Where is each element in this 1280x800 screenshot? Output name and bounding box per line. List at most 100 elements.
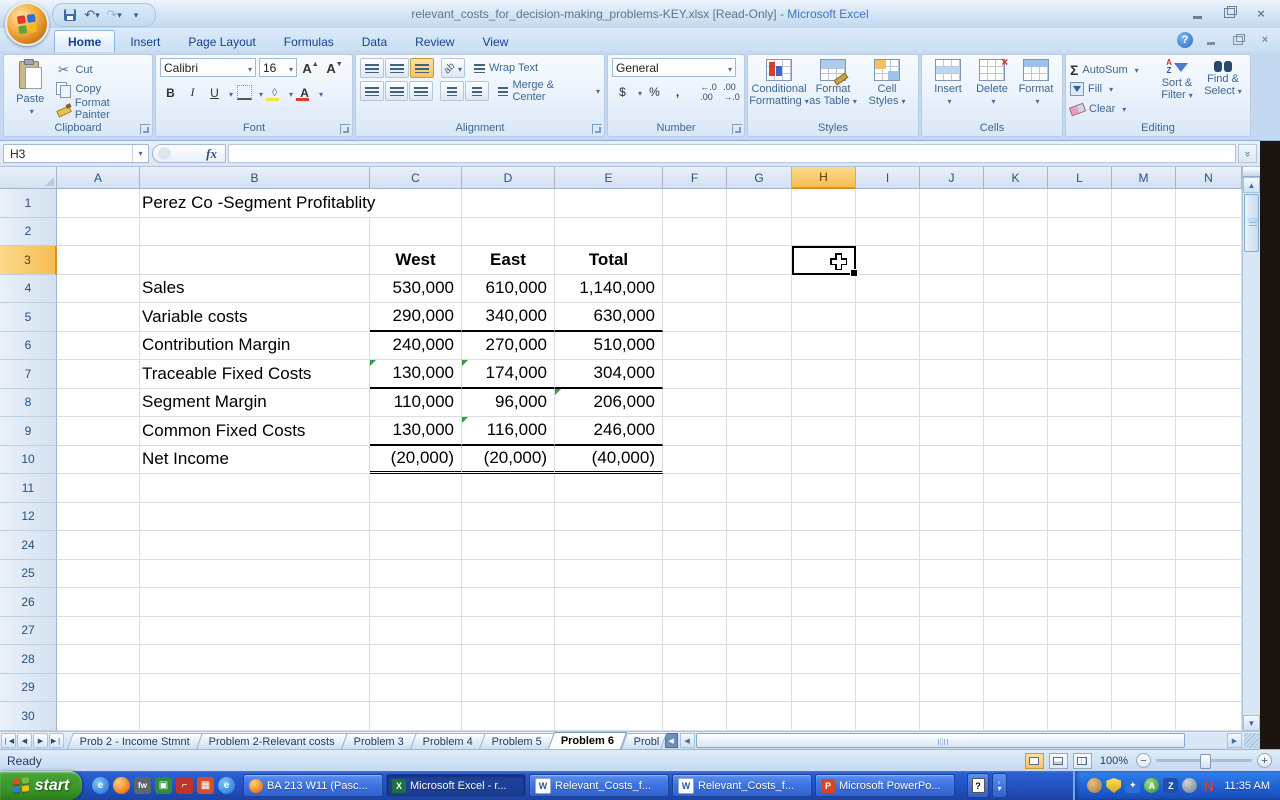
orientation-button[interactable]: ab: [441, 58, 465, 78]
cell-F24[interactable]: [663, 531, 727, 560]
row-header-11[interactable]: 11: [0, 474, 57, 503]
column-header-D[interactable]: D: [462, 167, 555, 189]
cell-H10[interactable]: [792, 446, 856, 475]
font-color-button[interactable]: A: [294, 82, 315, 103]
cell-J9[interactable]: [920, 417, 984, 446]
fill-color-button[interactable]: ◊: [264, 82, 285, 103]
cell-G25[interactable]: [727, 560, 792, 589]
tray-update-icon[interactable]: [1087, 778, 1102, 793]
cell-A7[interactable]: [57, 360, 140, 389]
cell-I12[interactable]: [856, 503, 920, 532]
align-right-button[interactable]: [409, 81, 433, 101]
fill-button[interactable]: Fill: [1070, 80, 1154, 98]
cell-H7[interactable]: [792, 360, 856, 389]
normal-view-button[interactable]: [1025, 753, 1044, 769]
cell-G11[interactable]: [727, 474, 792, 503]
tray-misc-icon[interactable]: [1182, 778, 1197, 793]
cell-I5[interactable]: [856, 303, 920, 332]
cell-E12[interactable]: [555, 503, 663, 532]
cell-F29[interactable]: [663, 674, 727, 703]
cell-I11[interactable]: [856, 474, 920, 503]
cell-F2[interactable]: [663, 218, 727, 247]
close-button[interactable]: ×: [1250, 5, 1272, 21]
resize-grip[interactable]: [1244, 733, 1260, 748]
insert-cells-button[interactable]: Insert: [926, 58, 970, 121]
cell-L1[interactable]: [1048, 189, 1112, 218]
cell-J4[interactable]: [920, 275, 984, 304]
cell-D28[interactable]: [462, 645, 555, 674]
cell-J1[interactable]: [920, 189, 984, 218]
cell-K30[interactable]: [984, 702, 1048, 731]
select-all-corner[interactable]: [0, 167, 57, 189]
cell-L10[interactable]: [1048, 446, 1112, 475]
cell-B28[interactable]: [140, 645, 370, 674]
cell-L24[interactable]: [1048, 531, 1112, 560]
row-header-5[interactable]: 5: [0, 303, 57, 332]
value-cell-E6[interactable]: 510,000: [555, 332, 663, 361]
cell-K11[interactable]: [984, 474, 1048, 503]
value-cell-C10[interactable]: (20,000): [370, 446, 462, 475]
row-header-25[interactable]: 25: [0, 560, 57, 589]
cell-D11[interactable]: [462, 474, 555, 503]
cell-F25[interactable]: [663, 560, 727, 589]
horizontal-scroll-thumb[interactable]: [696, 733, 1186, 748]
cell-F9[interactable]: [663, 417, 727, 446]
redo-button[interactable]: ↷▾: [105, 6, 123, 24]
cell-K8[interactable]: [984, 389, 1048, 418]
cell-L8[interactable]: [1048, 389, 1112, 418]
cell-G10[interactable]: [727, 446, 792, 475]
cell-E11[interactable]: [555, 474, 663, 503]
name-box-caret-icon[interactable]: ▾: [132, 145, 148, 162]
cell-F3[interactable]: [663, 246, 727, 275]
cell-N28[interactable]: [1176, 645, 1242, 674]
sheet-tab-probl[interactable]: Probl: [621, 733, 667, 749]
cell-F27[interactable]: [663, 617, 727, 646]
ribbon-tab-view[interactable]: View: [469, 31, 521, 52]
cell-C11[interactable]: [370, 474, 462, 503]
row-header-10[interactable]: 10: [0, 446, 57, 475]
value-cell-D4[interactable]: 610,000: [462, 275, 555, 304]
minimize-button[interactable]: [1186, 5, 1208, 21]
name-box[interactable]: H3 ▾: [3, 144, 149, 163]
cell-H24[interactable]: [792, 531, 856, 560]
cell-G2[interactable]: [727, 218, 792, 247]
zoom-slider-thumb[interactable]: [1200, 754, 1211, 769]
cell-F11[interactable]: [663, 474, 727, 503]
cell-M30[interactable]: [1112, 702, 1176, 731]
row-header-4[interactable]: 4: [0, 275, 57, 304]
zoom-level[interactable]: 100%: [1100, 755, 1128, 767]
column-header-B[interactable]: B: [140, 167, 370, 189]
value-cell-C9[interactable]: 130,000: [370, 417, 462, 446]
value-cell-D8[interactable]: 96,000: [462, 389, 555, 418]
table-header-cell-C3[interactable]: West: [370, 246, 462, 275]
quick-launch-ie2-icon[interactable]: e: [218, 777, 235, 794]
cell-I24[interactable]: [856, 531, 920, 560]
page-break-view-button[interactable]: [1073, 753, 1092, 769]
start-button[interactable]: start: [0, 771, 82, 800]
cell-I10[interactable]: [856, 446, 920, 475]
cell-C24[interactable]: [370, 531, 462, 560]
scroll-left-button[interactable]: ◀: [680, 733, 695, 748]
cell-I3[interactable]: [856, 246, 920, 275]
cell-H27[interactable]: [792, 617, 856, 646]
cell-N30[interactable]: [1176, 702, 1242, 731]
row-label-cell-B8[interactable]: Segment Margin: [140, 389, 370, 418]
cell-G30[interactable]: [727, 702, 792, 731]
cell-B12[interactable]: [140, 503, 370, 532]
taskbar-help-button[interactable]: ?: [967, 773, 989, 798]
cell-F30[interactable]: [663, 702, 727, 731]
cell-B2[interactable]: [140, 218, 370, 247]
cell-H1[interactable]: [792, 189, 856, 218]
decrease-indent-button[interactable]: [440, 81, 464, 101]
row-header-24[interactable]: 24: [0, 531, 57, 560]
cell-N5[interactable]: [1176, 303, 1242, 332]
sheet-tab-problem-5[interactable]: Problem 5: [479, 733, 555, 749]
cell-A9[interactable]: [57, 417, 140, 446]
column-header-J[interactable]: J: [920, 167, 984, 189]
cell-F6[interactable]: [663, 332, 727, 361]
taskbar-button-relevant-costs-f-2[interactable]: WRelevant_Costs_f...: [529, 774, 669, 797]
cell-I26[interactable]: [856, 588, 920, 617]
cell-D25[interactable]: [462, 560, 555, 589]
value-cell-C5[interactable]: 290,000: [370, 303, 462, 332]
column-header-F[interactable]: F: [663, 167, 727, 189]
